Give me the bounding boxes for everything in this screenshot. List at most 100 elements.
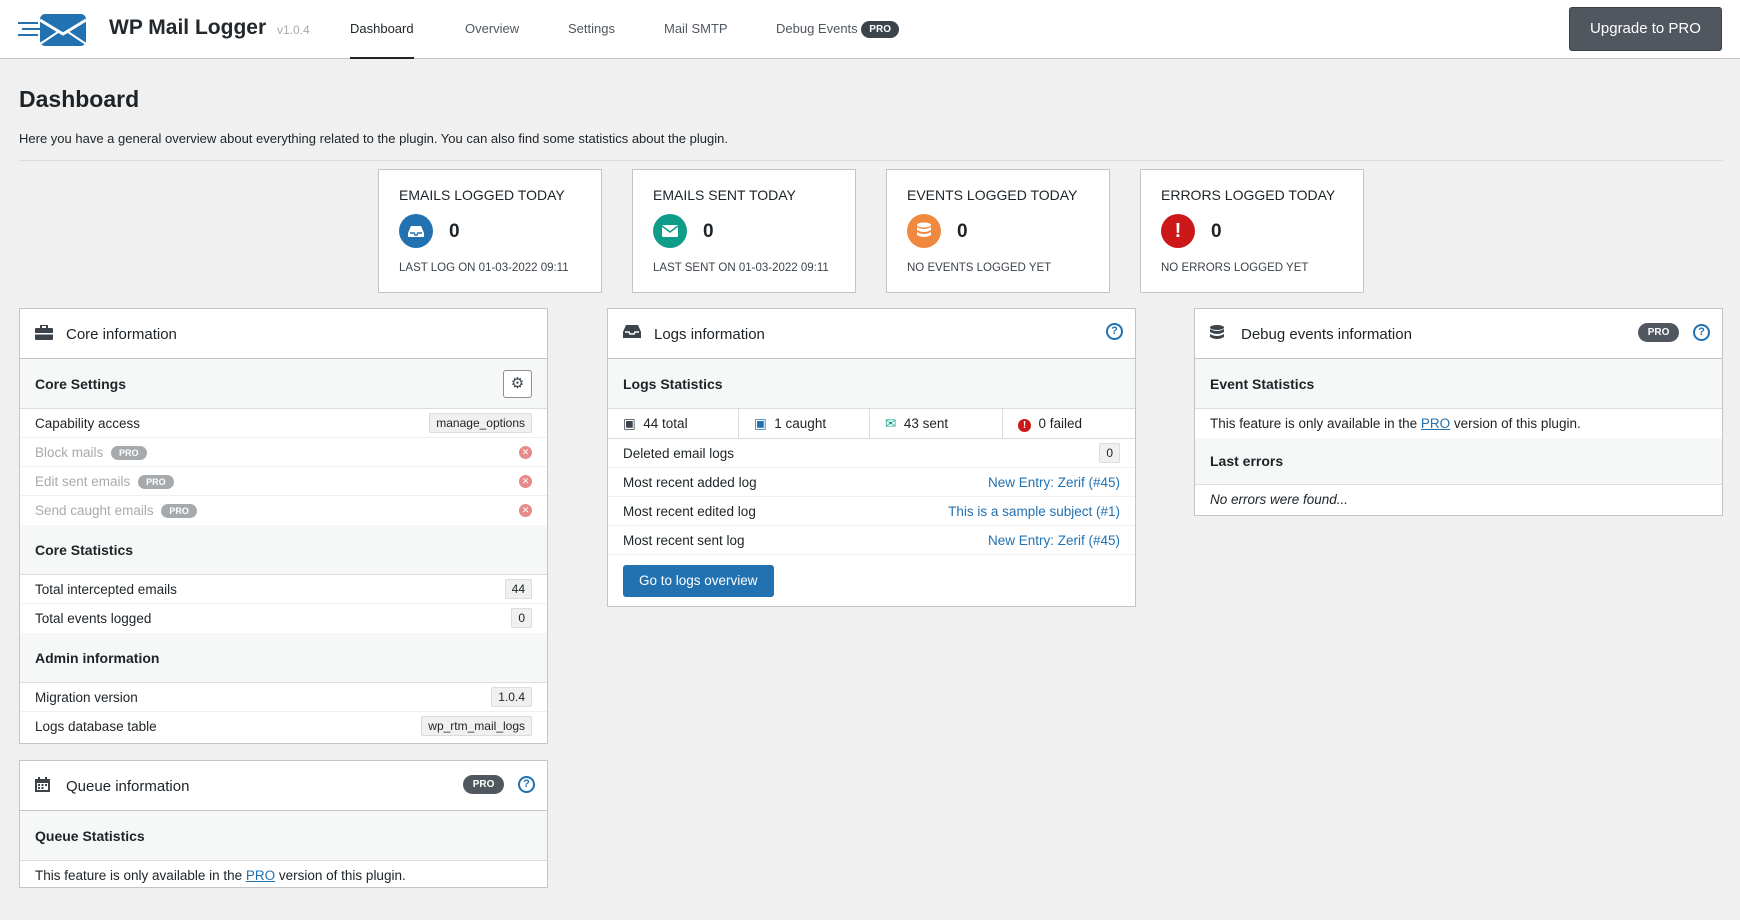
stat-card-errors-logged: ERRORS LOGGED TODAY ! 0 NO ERRORS LOGGED… — [1140, 169, 1364, 293]
pro-badge: PRO — [138, 475, 174, 489]
row-label: Migration version — [35, 690, 138, 705]
nav-settings[interactable]: Settings — [568, 21, 615, 59]
row-label: Most recent sent log — [623, 533, 745, 548]
stat-value: 0 — [957, 221, 968, 242]
stat-title: EMAILS SENT TODAY — [653, 187, 796, 203]
pro-notice-row: This feature is only available in the PR… — [1195, 409, 1722, 438]
panel-title: Logs information — [654, 326, 765, 343]
pro-badge: PRO — [1637, 323, 1680, 342]
go-to-logs-button[interactable]: Go to logs overview — [623, 565, 774, 597]
row-label: Capability access — [35, 416, 141, 431]
panel-header: Core information — [20, 309, 547, 359]
database-icon — [907, 214, 941, 248]
core-information-panel: Core information Core Settings ⚙ Capabil… — [19, 308, 548, 744]
pro-badge: PRO — [161, 504, 197, 518]
stat-title: ERRORS LOGGED TODAY — [1161, 187, 1336, 203]
pro-badge: PRO — [861, 21, 899, 38]
upgrade-button[interactable]: Upgrade to PRO — [1569, 7, 1722, 51]
recent-added-link[interactable]: New Entry: Zerif (#45) — [988, 475, 1120, 490]
migration-row: Migration version 1.0.4 — [20, 683, 547, 712]
recent-sent-link[interactable]: New Entry: Zerif (#45) — [988, 533, 1120, 548]
logo-icon — [18, 14, 87, 46]
recent-edited-link[interactable]: This is a sample subject (#1) — [948, 504, 1120, 519]
inbox-icon — [623, 325, 641, 342]
sent-stat: ✉ 43 sent — [870, 409, 1003, 438]
row-label: Total intercepted emails — [35, 582, 177, 597]
stat-value: 0 — [703, 221, 714, 242]
exclamation-icon: ! — [1018, 419, 1031, 432]
version-label: v1.0.4 — [277, 23, 310, 37]
top-bar: WP Mail Logger v1.0.4 Dashboard Overview… — [0, 0, 1740, 59]
table-row: Logs database table wp_rtm_mail_logs — [20, 712, 547, 741]
section-header: Last errors — [1195, 438, 1722, 485]
settings-gear-button[interactable]: ⚙ — [503, 370, 532, 398]
gear-icon: ⚙ — [510, 375, 525, 392]
stat-sub: NO EVENTS LOGGED YET — [907, 262, 1052, 274]
no-errors-row: No errors were found... — [1195, 485, 1722, 514]
stat-sub: NO ERRORS LOGGED YET — [1161, 262, 1309, 274]
nav-mail-smtp-label: Mail SMTP — [664, 21, 728, 36]
nav-mail-smtp[interactable]: Mail SMTP — [664, 21, 728, 59]
events-row: Total events logged 0 — [20, 604, 547, 633]
pro-notice: This feature is only available in the PR… — [1210, 416, 1581, 431]
edit-sent-row: Edit sent emails PRO ✕ — [20, 467, 547, 496]
panel-header: Queue information PRO ? — [20, 761, 547, 811]
panel-header: Debug events information PRO ? — [1195, 309, 1722, 359]
panel-title: Core information — [66, 326, 177, 343]
brand-name: WP Mail Logger — [109, 16, 267, 39]
help-icon[interactable]: ? — [518, 776, 535, 793]
row-label: Most recent edited log — [623, 504, 756, 519]
nav-debug-events[interactable]: Debug Events PRO — [776, 21, 899, 59]
stat-value: 0 — [449, 221, 460, 242]
recent-added-row: Most recent added log New Entry: Zerif (… — [608, 468, 1135, 497]
section-header: Event Statistics — [1195, 359, 1722, 409]
deleted-row: Deleted email logs 0 — [608, 439, 1135, 468]
stat-card-events-logged: EVENTS LOGGED TODAY 0 NO EVENTS LOGGED Y… — [886, 169, 1110, 293]
nav-dashboard[interactable]: Dashboard — [350, 21, 414, 59]
panel-header: Logs information ? — [608, 309, 1135, 359]
pro-link[interactable]: PRO — [246, 868, 275, 883]
toolbox-icon — [35, 324, 53, 344]
block-mails-row: Block mails PRO ✕ — [20, 438, 547, 467]
nav-debug-events-label: Debug Events — [776, 21, 858, 36]
button-row: Go to logs overview — [608, 555, 1135, 605]
section-header: Queue Statistics — [20, 811, 547, 861]
pro-badge: PRO — [462, 775, 505, 794]
section-title: Core Statistics — [35, 542, 134, 558]
inbox-icon — [399, 214, 433, 248]
send-caught-row: Send caught emails PRO ✕ — [20, 496, 547, 525]
section-header: Admin information — [20, 633, 547, 683]
exclamation-icon: ! — [1161, 214, 1195, 248]
disabled-x-icon: ✕ — [519, 475, 532, 488]
envelope-icon — [653, 214, 687, 248]
stat-sub: LAST SENT ON 01-03-2022 09:11 — [653, 262, 829, 274]
queue-information-panel: Queue information PRO ? Queue Statistics… — [19, 760, 548, 888]
row-value: manage_options — [429, 413, 532, 433]
pro-badge: PRO — [111, 446, 147, 460]
pro-notice-row: This feature is only available in the PR… — [20, 861, 547, 890]
logs-stats-row: ▣ 44 total ▣ 1 caught ✉ 43 sent ! 0 fail… — [608, 409, 1135, 439]
nav-overview[interactable]: Overview — [465, 21, 519, 59]
stat-card-emails-logged: EMAILS LOGGED TODAY 0 LAST LOG ON 01-03-… — [378, 169, 602, 293]
section-header: Core Statistics — [20, 525, 547, 575]
section-title: Core Settings — [35, 376, 127, 392]
page-description: Here you have a general overview about e… — [19, 131, 728, 146]
row-label: Total events logged — [35, 611, 152, 626]
inbox-icon: ▣ — [754, 416, 767, 431]
caught-stat: ▣ 1 caught — [739, 409, 870, 438]
database-icon: ▣ — [623, 416, 636, 431]
pro-link[interactable]: PRO — [1421, 416, 1450, 431]
help-icon[interactable]: ? — [1106, 323, 1123, 341]
section-header: Core Settings ⚙ — [20, 359, 547, 409]
row-value: 1.0.4 — [491, 687, 532, 707]
stat-sub: LAST LOG ON 01-03-2022 09:11 — [399, 262, 569, 274]
help-icon[interactable]: ? — [1693, 324, 1710, 341]
row-value: 44 — [504, 579, 532, 599]
recent-sent-row: Most recent sent log New Entry: Zerif (#… — [608, 526, 1135, 555]
row-label: Send caught emails PRO — [35, 503, 197, 518]
stat-title: EVENTS LOGGED TODAY — [907, 187, 1078, 203]
stat-value: 0 — [1211, 221, 1222, 242]
nav-settings-label: Settings — [568, 21, 615, 36]
row-value: wp_rtm_mail_logs — [421, 716, 532, 736]
envelope-icon: ✉ — [885, 416, 897, 431]
